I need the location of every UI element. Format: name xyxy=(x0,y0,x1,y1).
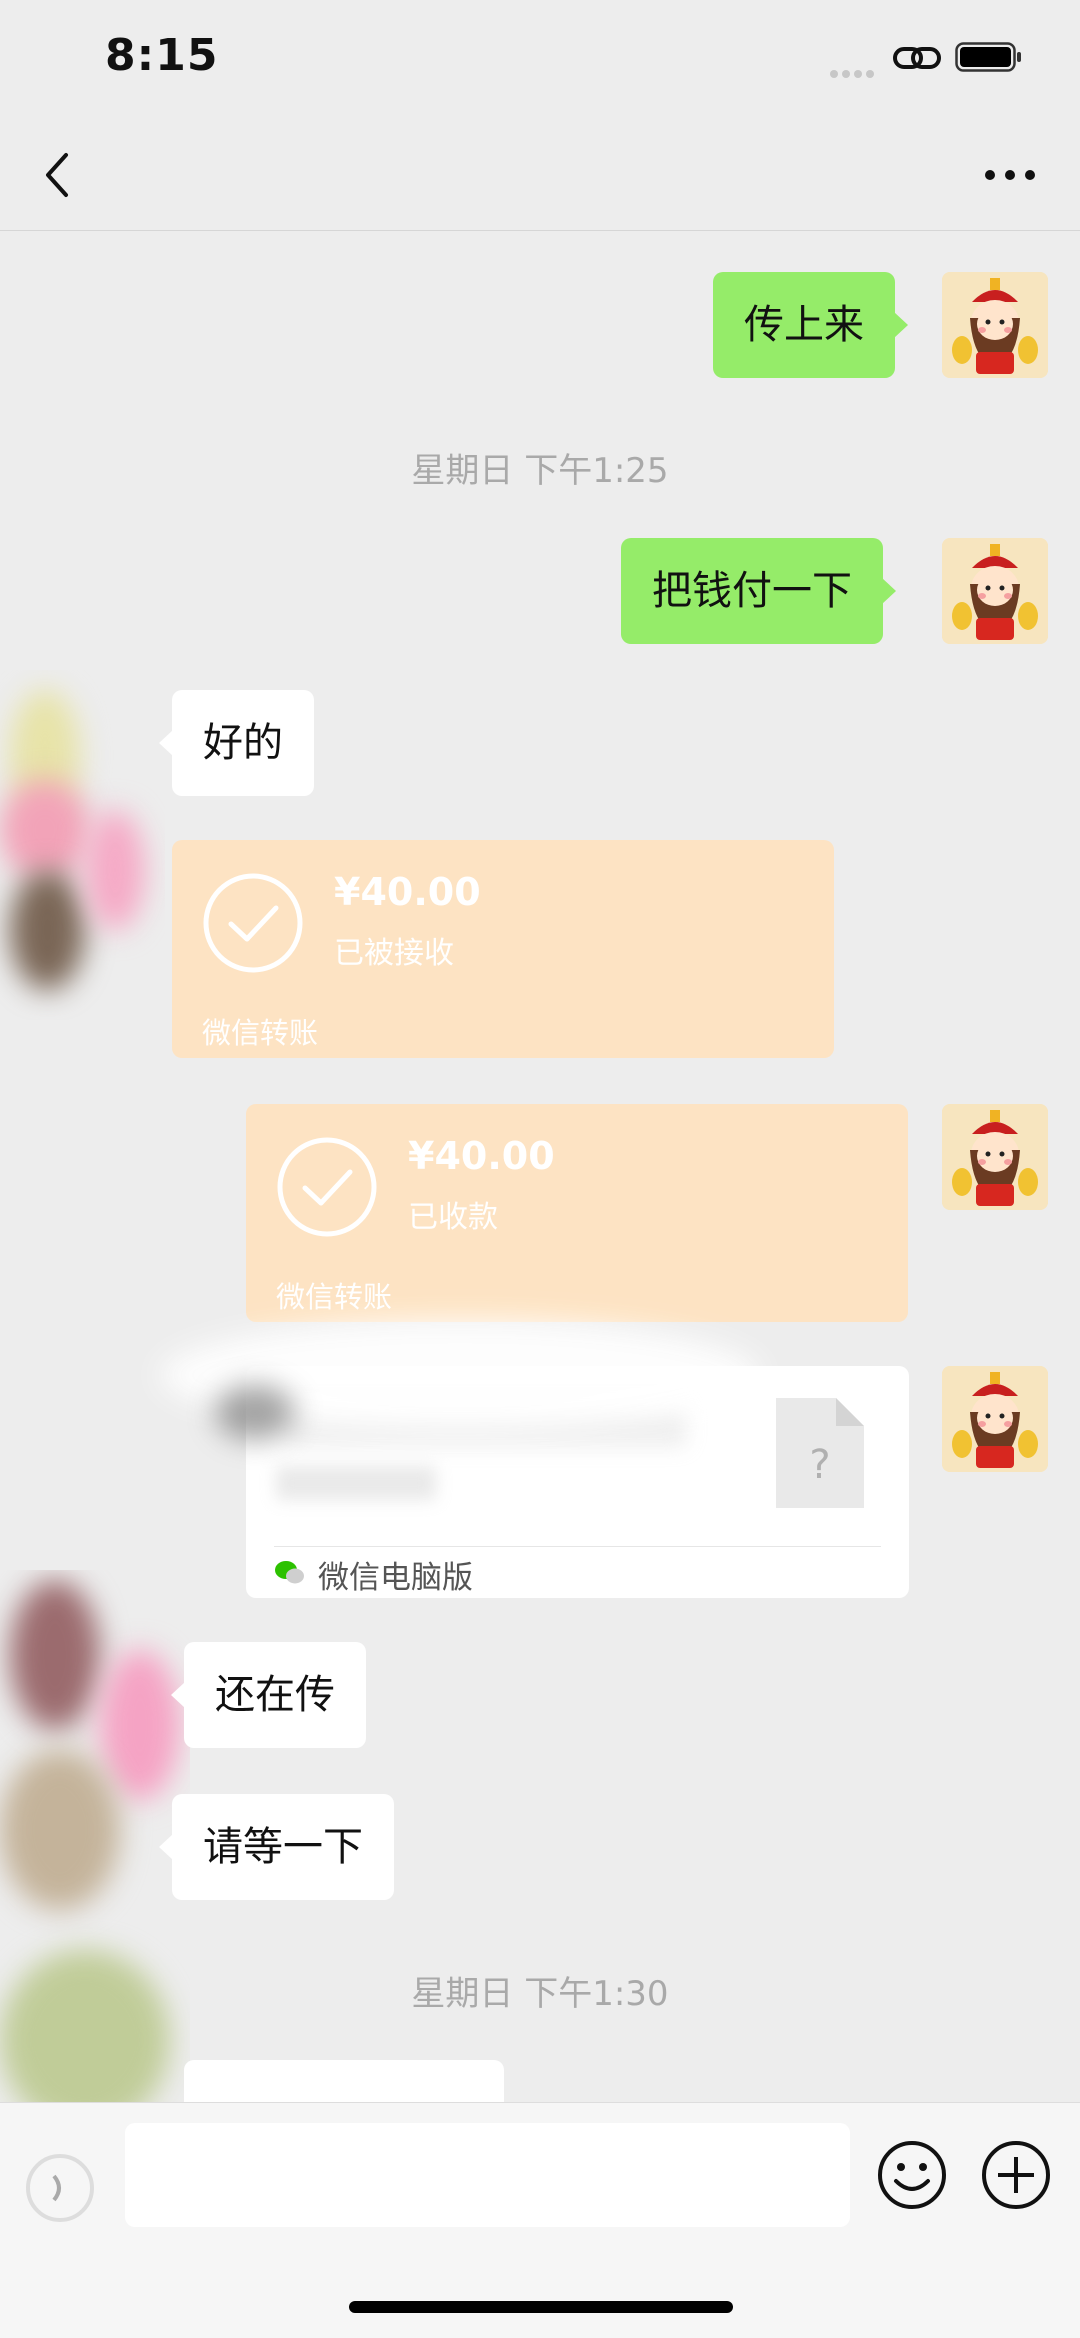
message-bubble-sent[interactable]: 把钱付一下 xyxy=(621,538,896,644)
wechat-icon xyxy=(275,1561,304,1584)
signal-icon xyxy=(830,63,878,82)
file-source-label: 微信电脑版 xyxy=(318,1560,473,1596)
message-bubble-received[interactable]: 好的 xyxy=(159,690,314,796)
question-file-icon: ? xyxy=(776,1398,864,1508)
divider xyxy=(274,1546,881,1547)
check-circle-icon xyxy=(203,873,303,973)
transfer-card-received[interactable]: ¥40.00 已被接收 微信转账 xyxy=(172,840,834,1058)
transfer-status: 已收款 xyxy=(408,1200,498,1235)
message-input[interactable] xyxy=(125,2123,850,2227)
plus-icon[interactable] xyxy=(980,2139,1052,2211)
transfer-amount: ¥40.00 xyxy=(334,870,481,914)
message-bubble-received-partial[interactable] xyxy=(184,2060,504,2102)
voice-icon[interactable] xyxy=(20,2148,100,2228)
battery-icon xyxy=(955,42,1021,72)
message-bubble-sent[interactable]: 传上来 xyxy=(713,272,908,378)
avatar-me[interactable] xyxy=(942,1104,1048,1210)
file-size-redacted xyxy=(276,1466,436,1500)
status-bar: 8:15 xyxy=(0,0,1080,120)
more-options-button[interactable] xyxy=(975,155,1045,195)
svg-text:?: ? xyxy=(809,1442,830,1488)
transfer-label: 微信转账 xyxy=(202,1016,319,1050)
avatar-contact[interactable] xyxy=(0,670,165,1020)
link-icon xyxy=(893,47,941,69)
avatar-me[interactable] xyxy=(942,538,1048,644)
status-time: 8:15 xyxy=(105,30,219,81)
avatar-me[interactable] xyxy=(942,272,1048,378)
transfer-label: 微信转账 xyxy=(276,1280,393,1314)
home-indicator[interactable] xyxy=(349,2301,733,2313)
back-button[interactable] xyxy=(30,145,90,205)
redaction-smudge xyxy=(215,1385,295,1440)
transfer-status: 已被接收 xyxy=(334,936,454,971)
emoji-icon[interactable] xyxy=(876,2139,948,2211)
avatar-me[interactable] xyxy=(942,1366,1048,1472)
transfer-amount: ¥40.00 xyxy=(408,1134,555,1178)
chat-timestamp: 星期日 下午1:30 xyxy=(411,1974,669,2014)
input-bar xyxy=(0,2102,1080,2338)
check-circle-icon xyxy=(277,1137,377,1237)
transfer-card-sent[interactable]: ¥40.00 已收款 微信转账 xyxy=(246,1104,908,1322)
chat-header xyxy=(0,120,1080,231)
chat-timestamp: 星期日 下午1:25 xyxy=(411,451,669,491)
message-bubble-received[interactable]: 还在传 xyxy=(171,1642,366,1748)
message-bubble-received[interactable]: 请等一下 xyxy=(159,1794,394,1900)
